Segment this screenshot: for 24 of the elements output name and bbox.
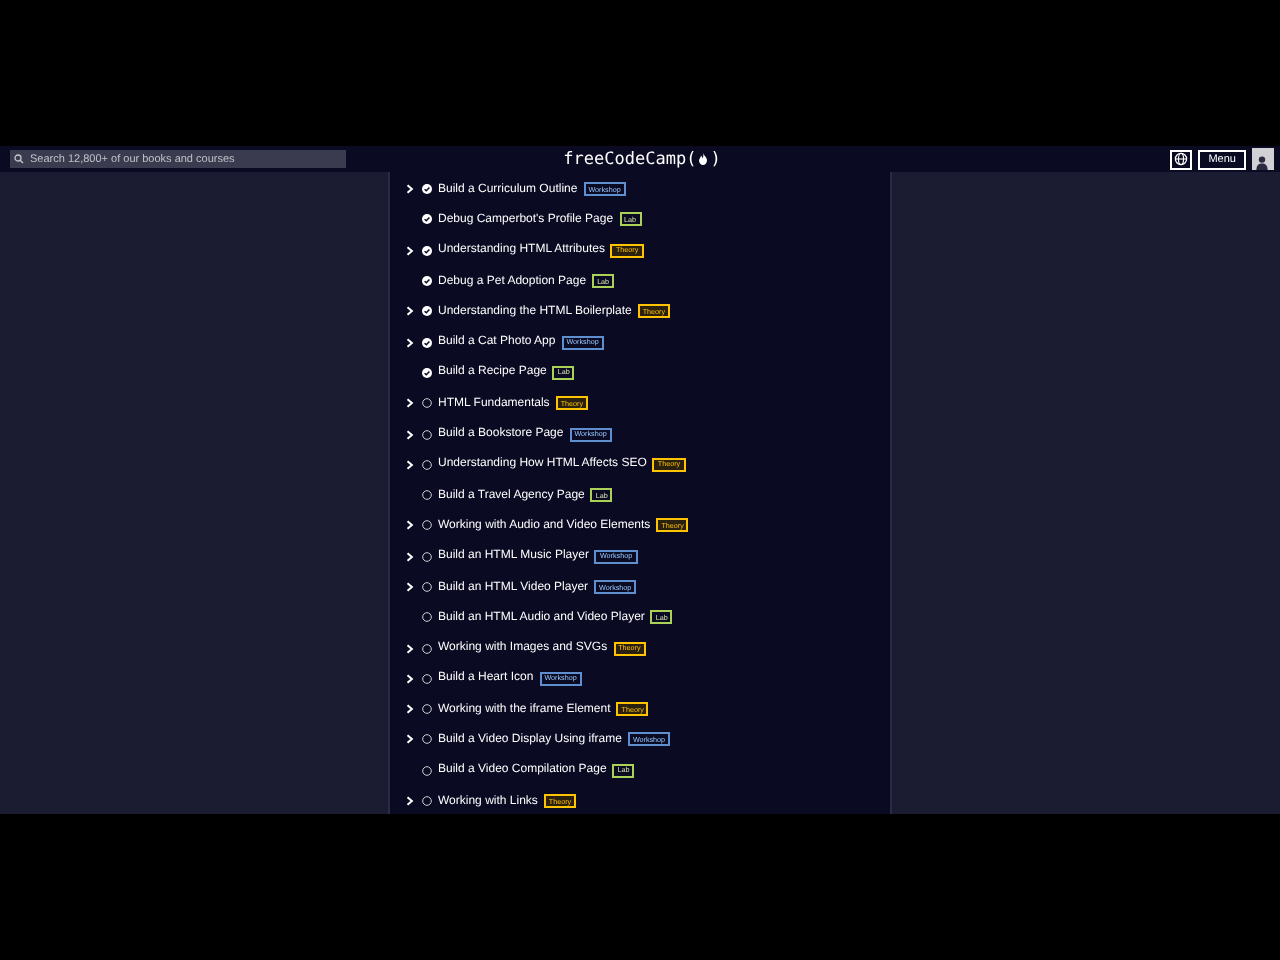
- caret-icon[interactable]: [406, 337, 414, 348]
- caret-icon[interactable]: [406, 306, 414, 317]
- caret-icon[interactable]: [406, 459, 414, 470]
- globe-icon: [1174, 152, 1189, 166]
- caret-icon[interactable]: [406, 582, 414, 592]
- avatar-icon: [1254, 154, 1271, 170]
- caret-icon[interactable]: [406, 429, 414, 440]
- logo-paren: ): [710, 149, 721, 169]
- language-button[interactable]: [1170, 149, 1193, 169]
- caret-icon[interactable]: [406, 673, 414, 684]
- search-icon: [14, 154, 24, 164]
- caret-icon[interactable]: [406, 551, 414, 562]
- caret-icon[interactable]: [406, 245, 414, 256]
- caret-icon[interactable]: [406, 734, 414, 745]
- caret-icon[interactable]: [406, 398, 414, 409]
- caret-icon[interactable]: [406, 643, 414, 654]
- logo-text: freeCodeCamp: [563, 149, 687, 169]
- caret-icon[interactable]: [406, 184, 414, 195]
- flame-icon: [698, 152, 709, 166]
- caret-icon[interactable]: [406, 796, 414, 807]
- caret-icon[interactable]: [406, 704, 414, 715]
- avatar-button[interactable]: [1251, 148, 1274, 170]
- logo-paren: (: [686, 149, 697, 169]
- caret-icon[interactable]: [406, 520, 414, 531]
